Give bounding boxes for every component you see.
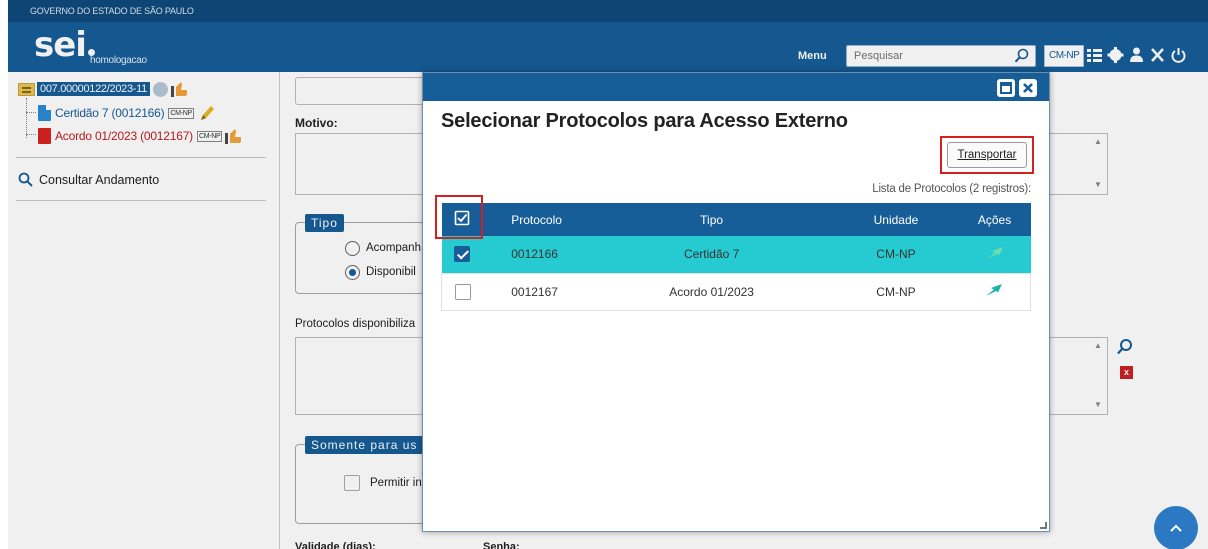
transport-arrow-icon[interactable] (986, 246, 1004, 260)
protocol-cell: 0012166 (511, 247, 558, 262)
resize-handle[interactable] (1040, 522, 1047, 529)
action-cell (959, 236, 1031, 273)
scroll-top-button[interactable] (1154, 506, 1198, 549)
row-checkbox[interactable] (454, 246, 471, 263)
type-cell: Acordo 01/2023 (669, 284, 754, 299)
row-checkbox[interactable] (454, 283, 471, 300)
type-cell: Certidão 7 (683, 247, 740, 262)
table-row[interactable]: 0012166 Certidão 7 CM-NP (441, 236, 1031, 273)
maximize-icon[interactable] (997, 79, 1015, 97)
unit-cell: CM-NP (876, 284, 916, 299)
highlight-select-all (435, 195, 483, 239)
col-protocolo: Protocolo (511, 212, 562, 227)
chevron-up-icon (1170, 524, 1182, 532)
row-checkbox-cell (442, 236, 484, 273)
modal-title: Selecionar Protocolos para Acesso Extern… (441, 110, 848, 132)
close-icon[interactable] (1019, 79, 1037, 97)
row-checkbox-cell (442, 273, 484, 310)
list-caption: Lista de Protocolos (2 registros): (872, 183, 1031, 195)
modal-titlebar (423, 73, 1049, 101)
action-cell (959, 273, 1031, 310)
transport-arrow-icon[interactable] (985, 283, 1003, 297)
col-tipo: Tipo (700, 212, 724, 227)
col-acoes: Ações (977, 212, 1012, 227)
protocols-table: Protocolo Tipo Unidade Ações 0012166 Cer… (441, 203, 1031, 311)
screen: GOVERNO DO ESTADO DE SÃO PAULO sei homol… (8, 0, 1208, 549)
select-protocols-modal: Selecionar Protocolos para Acesso Extern… (422, 72, 1050, 532)
protocol-cell: 0012167 (511, 284, 558, 299)
table-row[interactable]: 0012167 Acordo 01/2023 CM-NP (441, 273, 1031, 310)
unit-cell: CM-NP (876, 247, 916, 262)
table-header-row: Protocolo Tipo Unidade Ações (441, 203, 1031, 236)
transport-button[interactable]: Transportar (947, 142, 1027, 168)
col-unidade: Unidade (873, 212, 919, 227)
